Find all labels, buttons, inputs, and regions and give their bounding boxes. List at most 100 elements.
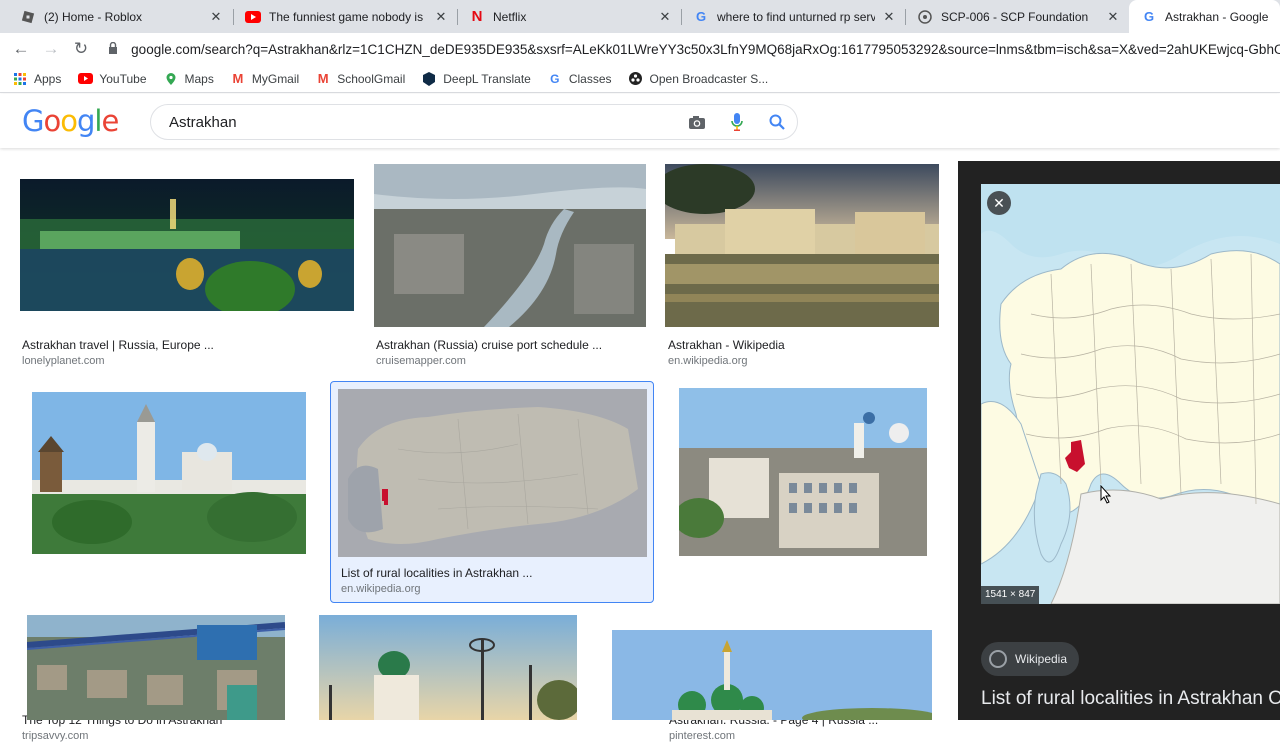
result-thumbnail[interactable] xyxy=(612,630,932,720)
result-thumbnail[interactable] xyxy=(374,164,646,327)
close-icon[interactable]: ✕ xyxy=(993,195,1005,212)
preview-source-name: Wikipedia xyxy=(1015,652,1068,666)
bookmark-label: Apps xyxy=(34,71,62,86)
microphone-icon[interactable] xyxy=(717,113,757,131)
image-preview-panel: ✕ 1541 × 847 Wikipedia List of rural loc… xyxy=(958,161,1280,720)
bookmark-label: Classes xyxy=(568,71,612,86)
reload-icon[interactable]: ↻ xyxy=(66,35,96,63)
tab-strip: (2) Home - Roblox ✕ The funniest game no… xyxy=(0,0,1280,33)
image-result[interactable]: Astrakhan travel | Russia, Europe ... lo… xyxy=(18,160,356,375)
tab-youtube-video[interactable]: The funniest game nobody is pla ✕ xyxy=(233,0,457,33)
bookmark-label: Open Broadcaster S... xyxy=(649,71,769,86)
tab-scp[interactable]: SCP-006 - SCP Foundation ✕ xyxy=(905,0,1129,33)
result-thumbnail[interactable] xyxy=(20,179,354,311)
search-input[interactable]: Astrakhan xyxy=(169,114,677,131)
apps-grid-icon xyxy=(12,71,28,87)
result-thumbnail[interactable] xyxy=(27,615,285,720)
tab-title: SCP-006 - SCP Foundation xyxy=(941,9,1089,24)
preview-image[interactable] xyxy=(981,184,1280,604)
back-arrow-icon[interactable]: ← xyxy=(6,35,36,63)
result-source[interactable]: tripsavvy.com xyxy=(22,730,88,742)
preview-title[interactable]: List of rural localities in Astrakhan O xyxy=(981,688,1280,710)
preview-source-chip[interactable]: Wikipedia xyxy=(981,642,1080,676)
close-tab-icon[interactable]: ✕ xyxy=(208,9,224,25)
image-result-selected[interactable]: List of rural localities in Astrakhan ..… xyxy=(330,381,654,603)
tab-unturned-search[interactable]: G where to find unturned rp server ✕ xyxy=(681,0,905,33)
image-result[interactable] xyxy=(318,614,578,720)
tab-title: The funniest game nobody is pla xyxy=(269,9,427,24)
image-result[interactable]: Astrakhan - Wikipedia en.wikipedia.org xyxy=(664,160,940,375)
result-source[interactable]: cruisemapper.com xyxy=(376,355,466,367)
result-source[interactable]: pinterest.com xyxy=(669,730,735,742)
google-icon: G xyxy=(550,71,560,86)
close-tab-icon[interactable]: ✕ xyxy=(1105,9,1121,25)
lock-icon[interactable] xyxy=(104,41,121,57)
youtube-icon xyxy=(77,71,93,87)
bookmark-label: DeepL Translate xyxy=(443,71,531,86)
tab-title: where to find unturned rp server xyxy=(717,9,875,24)
gmail-icon: M xyxy=(317,71,329,86)
globe-icon xyxy=(989,650,1007,668)
netflix-icon: N xyxy=(471,8,483,25)
bookmark-mygmail[interactable]: M MyGmail xyxy=(230,71,299,87)
bookmark-youtube[interactable]: YouTube xyxy=(77,71,147,87)
address-bar[interactable]: google.com/search?q=Astrakhan&rlz=1C1CHZ… xyxy=(104,35,1280,63)
bookmark-label: YouTube xyxy=(99,71,147,86)
close-tab-icon[interactable]: ✕ xyxy=(433,9,449,25)
bookmark-deepl[interactable]: DeepL Translate xyxy=(421,71,531,87)
search-box[interactable]: Astrakhan xyxy=(150,104,798,140)
scp-icon xyxy=(917,9,933,25)
result-source[interactable]: lonelyplanet.com xyxy=(22,355,105,367)
maps-icon xyxy=(163,71,179,87)
tab-astrakhan-search[interactable]: G Astrakhan - Google Sear xyxy=(1129,0,1280,33)
roblox-icon xyxy=(20,9,36,25)
tab-roblox[interactable]: (2) Home - Roblox ✕ xyxy=(8,0,232,33)
result-caption[interactable]: List of rural localities in Astrakhan ..… xyxy=(341,566,532,580)
google-header: Google Astrakhan xyxy=(0,94,1280,148)
google-logo[interactable]: Google xyxy=(22,104,119,138)
gmail-icon: M xyxy=(232,71,244,86)
tab-title: Astrakhan - Google Sear xyxy=(1165,9,1272,24)
result-caption[interactable]: Astrakhan travel | Russia, Europe ... xyxy=(22,338,214,352)
result-thumbnail[interactable] xyxy=(665,164,939,327)
close-tab-icon[interactable]: ✕ xyxy=(657,9,673,25)
result-caption[interactable]: Astrakhan - Wikipedia xyxy=(668,338,785,352)
image-result[interactable]: Astrakhan. Russia. - Page 4 | Russia ...… xyxy=(664,388,940,742)
google-icon: G xyxy=(695,9,707,24)
result-thumbnail[interactable] xyxy=(338,389,647,557)
forward-arrow-icon[interactable]: → xyxy=(36,35,66,63)
url-text[interactable]: google.com/search?q=Astrakhan&rlz=1C1CHZ… xyxy=(131,42,1280,57)
bookmark-maps[interactable]: Maps xyxy=(163,71,214,87)
close-tab-icon[interactable]: ✕ xyxy=(881,9,897,25)
image-dimensions: 1541 × 847 xyxy=(981,586,1040,604)
image-result[interactable]: Astrakhan (Russia) cruise port schedule … xyxy=(372,160,648,375)
youtube-icon xyxy=(245,9,261,25)
bookmark-label: Maps xyxy=(184,71,214,86)
bookmark-obs[interactable]: Open Broadcaster S... xyxy=(628,71,769,87)
obs-icon xyxy=(628,71,644,87)
bookmark-label: SchoolGmail xyxy=(337,71,406,86)
tab-title: (2) Home - Roblox xyxy=(44,9,143,24)
bookmark-classes[interactable]: G Classes xyxy=(547,71,612,87)
close-preview-button[interactable]: ✕ xyxy=(987,191,1011,215)
result-thumbnail[interactable] xyxy=(32,392,306,554)
result-source[interactable]: en.wikipedia.org xyxy=(341,583,421,595)
image-result[interactable] xyxy=(26,614,286,720)
search-icon[interactable] xyxy=(757,114,797,130)
bookmark-apps[interactable]: Apps xyxy=(12,71,61,87)
google-icon: G xyxy=(1143,9,1155,24)
image-result[interactable]: The Top 12 Things to Do in Astrakhan tri… xyxy=(18,388,318,742)
result-caption[interactable]: Astrakhan (Russia) cruise port schedule … xyxy=(376,338,602,352)
bookmark-schoolgmail[interactable]: M SchoolGmail xyxy=(315,71,405,87)
image-results-grid: Astrakhan travel | Russia, Europe ... lo… xyxy=(0,148,958,742)
bookmarks-bar: Apps YouTube Maps M MyGmail M SchoolGmai… xyxy=(0,65,1280,93)
camera-icon[interactable] xyxy=(677,115,717,130)
tab-netflix[interactable]: N Netflix ✕ xyxy=(457,0,681,33)
browser-toolbar: ← → ↻ google.com/search?q=Astrakhan&rlz=… xyxy=(0,33,1280,65)
bookmark-label: MyGmail xyxy=(251,71,300,86)
image-result[interactable] xyxy=(611,629,933,720)
result-source[interactable]: en.wikipedia.org xyxy=(668,355,748,367)
result-thumbnail[interactable] xyxy=(319,615,577,720)
result-thumbnail[interactable] xyxy=(679,388,927,556)
deepl-icon xyxy=(421,71,437,87)
